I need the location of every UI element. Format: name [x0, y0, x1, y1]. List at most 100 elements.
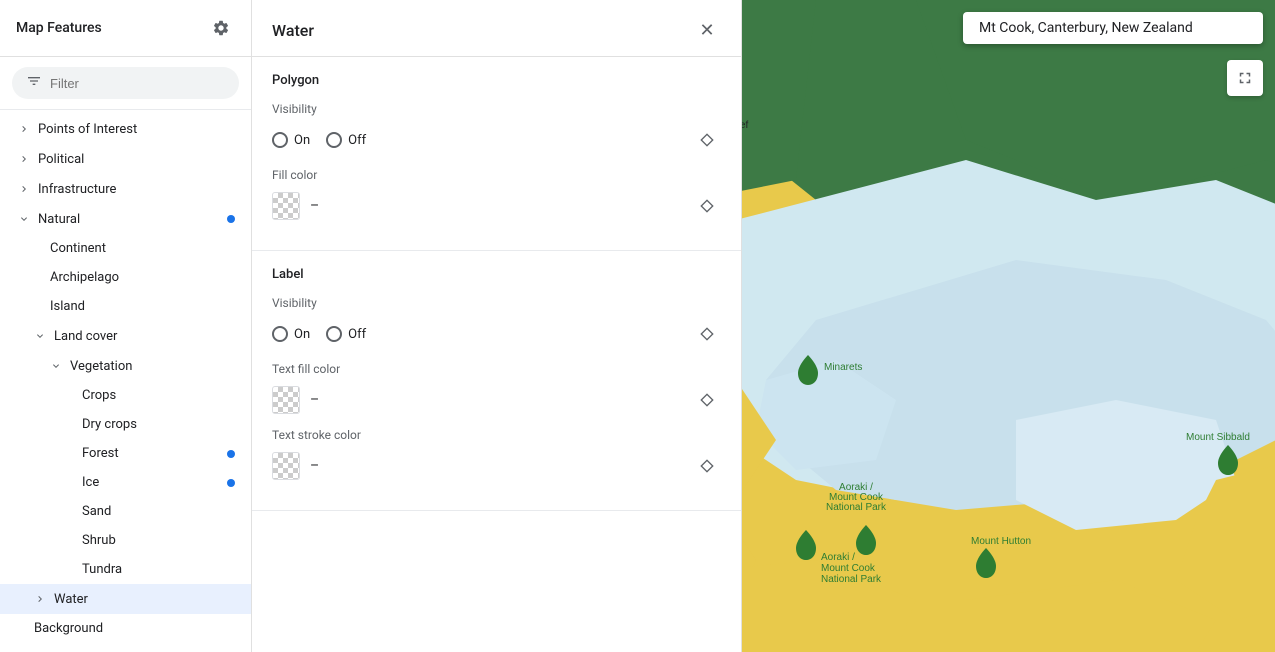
tree-item-water[interactable]: Water — [0, 584, 251, 614]
tree-item-political[interactable]: Political — [0, 144, 251, 174]
map-area: WEST COAST WEST COAST WEST COAST CANTERB… — [742, 0, 1275, 652]
field-text-fill-color: Text fill color – — [272, 362, 721, 414]
tree-item-label: Forest — [82, 446, 119, 461]
chevron-icon — [16, 151, 32, 167]
tree-item-ice[interactable]: Ice — [0, 468, 251, 497]
tree-item-label: Sand — [82, 504, 111, 519]
color-diamond-button[interactable] — [693, 452, 721, 480]
gear-icon — [212, 19, 230, 37]
tree-item-label: Background — [34, 621, 103, 636]
chevron-icon — [16, 211, 32, 227]
tree-item-background[interactable]: Background — [0, 614, 251, 643]
tree-item-label: Land cover — [54, 329, 117, 344]
radio-circle — [272, 326, 288, 342]
radio-circle — [272, 132, 288, 148]
tree-item-label: Ice — [82, 475, 99, 490]
tree-item-label: Archipelago — [50, 270, 119, 285]
color-row: – — [272, 386, 721, 414]
svg-text:Aoraki /: Aoraki / — [821, 552, 855, 563]
svg-text:Minarets: Minarets — [824, 362, 862, 373]
tree-item-island[interactable]: Island — [0, 292, 251, 321]
visibility-row: On Off — [272, 320, 721, 348]
tree-item-label: Natural — [38, 212, 80, 227]
chevron-icon — [16, 181, 32, 197]
tree-item-shrub[interactable]: Shrub — [0, 526, 251, 555]
field-text-stroke-color: Text stroke color– — [272, 428, 721, 480]
field-fill-color: Fill color – — [272, 168, 721, 220]
tree-item-label: Political — [38, 152, 84, 167]
panel-header: Map Features — [0, 0, 251, 57]
tree-item-forest[interactable]: Forest — [0, 439, 251, 468]
radio-option-on[interactable]: On — [272, 132, 310, 148]
color-value: – — [310, 392, 319, 408]
svg-text:Mount Sibbald: Mount Sibbald — [1186, 432, 1250, 443]
mid-panel: Water ✕ Polygon Visibility On Off Fill color… — [252, 0, 742, 652]
tree-item-points-of-interest[interactable]: Points of Interest — [0, 114, 251, 144]
active-dot — [227, 479, 235, 487]
color-swatch[interactable] — [272, 386, 300, 414]
tree-item-infrastructure[interactable]: Infrastructure — [0, 174, 251, 204]
diamond-icon — [699, 392, 715, 408]
color-swatch[interactable] — [272, 452, 300, 480]
field-label: Fill color — [272, 168, 721, 182]
mid-header: Water ✕ — [252, 0, 741, 57]
field-label: Text fill color — [272, 362, 721, 376]
radio-group: On Off — [272, 132, 693, 148]
svg-text:Mount Hutton: Mount Hutton — [971, 536, 1031, 547]
chevron-icon — [48, 358, 64, 374]
tree-item-crops[interactable]: Crops — [0, 381, 251, 410]
radio-circle — [326, 326, 342, 342]
filter-input[interactable] — [50, 76, 225, 91]
tree-item-label: Water — [54, 592, 88, 607]
field-polygon-visibility: Visibility On Off — [272, 102, 721, 154]
tree-item-vegetation[interactable]: Vegetation — [0, 351, 251, 381]
active-dot — [227, 450, 235, 458]
filter-icon — [26, 73, 42, 93]
svg-text:Mount Cook: Mount Cook — [821, 563, 876, 574]
field-label: Visibility — [272, 102, 721, 116]
diamond-icon — [699, 326, 715, 342]
section-heading: Polygon — [272, 73, 721, 88]
color-row: – — [272, 192, 721, 220]
fullscreen-button[interactable] — [1227, 60, 1263, 96]
svg-text:National Park: National Park — [821, 574, 882, 585]
tree-item-land-cover[interactable]: Land cover — [0, 321, 251, 351]
tree-item-label: Vegetation — [70, 359, 132, 374]
diamond-button[interactable] — [693, 126, 721, 154]
diamond-button[interactable] — [693, 320, 721, 348]
tree-item-tundra[interactable]: Tundra — [0, 555, 251, 584]
field-label: Visibility — [272, 296, 721, 310]
section-heading: Label — [272, 267, 721, 282]
visibility-row: On Off — [272, 126, 721, 154]
radio-option-off[interactable]: Off — [326, 132, 366, 148]
map-svg: WEST COAST WEST COAST WEST COAST CANTERB… — [742, 0, 1275, 652]
color-swatch[interactable] — [272, 192, 300, 220]
diamond-icon — [699, 458, 715, 474]
tree-item-dry-crops[interactable]: Dry crops — [0, 410, 251, 439]
search-bar: Mt Cook, Canterbury, New Zealand — [963, 12, 1263, 44]
filter-bar — [0, 57, 251, 110]
color-diamond-button[interactable] — [693, 192, 721, 220]
radio-group: On Off — [272, 326, 693, 342]
search-text: Mt Cook, Canterbury, New Zealand — [979, 20, 1193, 36]
tree-item-label: Infrastructure — [38, 182, 116, 197]
color-value: – — [310, 198, 319, 214]
close-button[interactable]: ✕ — [693, 16, 721, 44]
radio-option-off[interactable]: Off — [326, 326, 366, 342]
radio-label: Off — [348, 327, 366, 342]
filter-input-wrap[interactable] — [12, 67, 239, 99]
tree-item-natural[interactable]: Natural — [0, 204, 251, 234]
radio-option-on[interactable]: On — [272, 326, 310, 342]
tree-item-sand[interactable]: Sand — [0, 497, 251, 526]
mid-panel-title: Water — [272, 21, 314, 40]
radio-label: On — [294, 133, 310, 148]
tree-item-label: Points of Interest — [38, 122, 137, 137]
svg-text:National Park: National Park — [826, 502, 887, 513]
fullscreen-icon — [1236, 69, 1254, 87]
tree-item-archipelago[interactable]: Archipelago — [0, 263, 251, 292]
tree-item-label: Dry crops — [82, 417, 137, 432]
settings-button[interactable] — [207, 14, 235, 42]
color-diamond-button[interactable] — [693, 386, 721, 414]
diamond-icon — [699, 198, 715, 214]
tree-item-continent[interactable]: Continent — [0, 234, 251, 263]
